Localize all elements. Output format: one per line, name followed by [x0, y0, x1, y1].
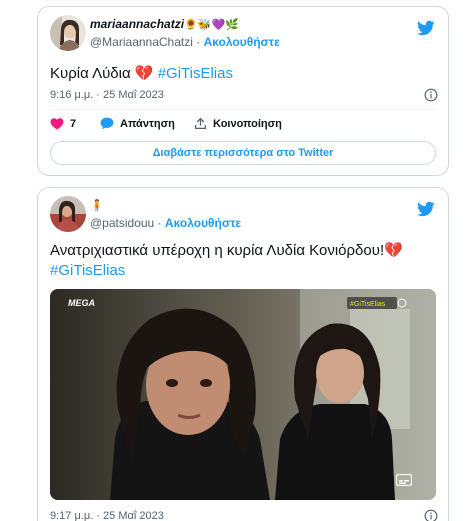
display-name[interactable]: mariaannachatzi🌻🐝💜🌿	[90, 17, 280, 33]
share-button[interactable]: Κοινοποίηση	[194, 117, 282, 130]
tweet-card[interactable]: mariaannachatzi🌻🐝💜🌿 @MariaannaChatzi · Α…	[37, 6, 449, 176]
display-emojis: 🌻🐝💜🌿	[184, 19, 239, 31]
twitter-bird-icon[interactable]	[416, 19, 436, 37]
channel-logo: MEGA	[68, 298, 95, 308]
handle[interactable]: @MariaannaChatzi	[90, 35, 193, 49]
reply-button[interactable]: Απάντηση	[100, 117, 175, 130]
tweet-header: mariaannachatzi🌻🐝💜🌿 @MariaannaChatzi · Α…	[50, 15, 436, 55]
hashtag-link[interactable]: #GiTisElias	[50, 262, 125, 279]
display-emojis: 🧍	[90, 200, 104, 212]
hashtag-link[interactable]: #GiTisElias	[158, 65, 233, 82]
video-frame: MEGA #GiTisElias	[50, 289, 436, 500]
twitter-bird-icon[interactable]	[416, 200, 436, 218]
tweet-header: 🧍 @patsidouu · Ακολουθήστε	[50, 196, 436, 236]
avatar[interactable]	[50, 196, 86, 232]
reply-bubble-icon	[100, 117, 114, 130]
tweet-card[interactable]: 🧍 @patsidouu · Ακολουθήστε Ανατριχιαστικ…	[37, 187, 449, 521]
read-more-button[interactable]: Διαβάστε περισσότερα στο Twitter	[50, 141, 436, 165]
handle[interactable]: @patsidouu	[90, 216, 154, 230]
share-label: Κοινοποίηση	[213, 117, 282, 130]
video-player[interactable]: MEGA #GiTisElias	[50, 289, 436, 500]
heart-icon	[50, 118, 64, 130]
timestamp[interactable]: 9:16 μ.μ. · 25 Μαΐ 2023	[50, 89, 164, 101]
info-icon[interactable]	[424, 509, 438, 521]
follow-button[interactable]: Ακολουθήστε	[204, 35, 280, 49]
info-icon[interactable]	[424, 88, 438, 102]
follow-button[interactable]: Ακολουθήστε	[165, 216, 241, 230]
like-button[interactable]: 7	[50, 117, 76, 130]
separator: ·	[157, 216, 162, 230]
like-count: 7	[70, 117, 77, 130]
reply-label: Απάντηση	[120, 117, 175, 130]
tweet-text: Ανατριχιαστικά υπέροχη η κυρία Λυδία Κον…	[50, 242, 403, 279]
divider	[50, 109, 436, 110]
timestamp[interactable]: 9:17 μ.μ. · 25 Μαΐ 2023	[50, 510, 164, 521]
avatar[interactable]	[50, 15, 86, 51]
subtitles-icon[interactable]	[396, 474, 412, 486]
action-bar: 7 Απάντηση Κοινοποίηση	[50, 117, 350, 133]
separator: ·	[196, 35, 201, 49]
tweet-text: Κυρία Λύδια 💔 #GiTisElias	[50, 65, 233, 82]
display-name[interactable]: 🧍	[90, 198, 241, 214]
hashtag-badge: #GiTisElias	[350, 301, 386, 308]
share-icon	[194, 117, 207, 130]
